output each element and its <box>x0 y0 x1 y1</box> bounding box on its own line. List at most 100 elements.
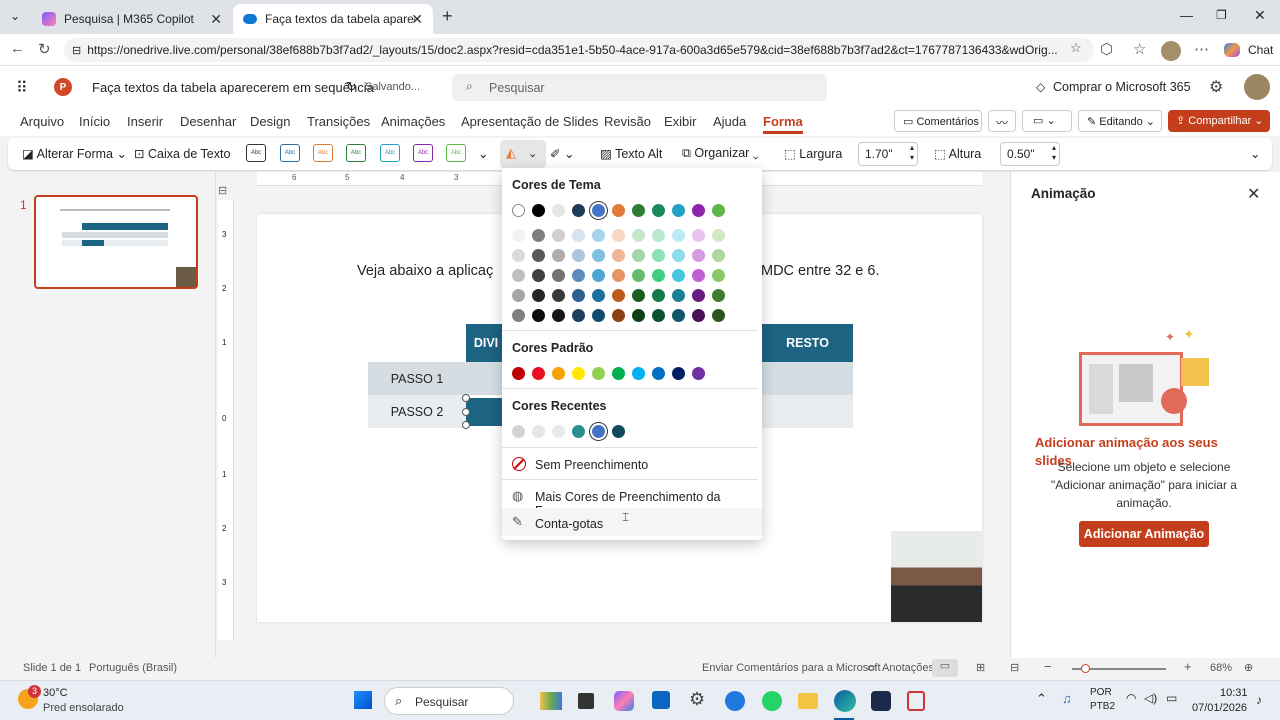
theme-tint-swatch[interactable] <box>712 249 725 262</box>
fit-slide-icon[interactable]: ⊕ <box>1244 661 1253 674</box>
table-cell[interactable] <box>466 362 506 395</box>
panel-toggle-icon[interactable]: ⊟ <box>218 184 227 197</box>
recent-color-swatch[interactable] <box>612 425 625 438</box>
settings-gear-icon[interactable]: ⚙ <box>1209 77 1223 97</box>
theme-tint-swatch[interactable] <box>632 289 645 302</box>
theme-tint-swatch[interactable] <box>632 249 645 262</box>
theme-tint-swatch[interactable] <box>692 229 705 242</box>
standard-color-swatch[interactable] <box>672 367 685 380</box>
tab-design[interactable]: Design <box>250 114 290 129</box>
obs-app-icon[interactable] <box>871 691 891 711</box>
user-avatar[interactable] <box>1244 74 1270 100</box>
theme-tint-swatch[interactable] <box>592 229 605 242</box>
theme-tint-swatch[interactable] <box>512 229 525 242</box>
slide-sorter-icon[interactable]: ⊞ <box>976 661 985 674</box>
reading-view-icon[interactable]: ⊟ <box>1010 661 1019 674</box>
theme-tint-swatch[interactable] <box>552 249 565 262</box>
standard-color-swatch[interactable] <box>692 367 705 380</box>
recent-color-swatch[interactable] <box>552 425 565 438</box>
theme-color-swatch[interactable] <box>592 204 605 217</box>
clock-date[interactable]: 07/01/2026 <box>1192 702 1247 714</box>
text-box-button[interactable]: ⊡ Caixa de Texto <box>134 146 230 161</box>
selected-shape[interactable] <box>466 398 506 426</box>
language-primary[interactable]: POR <box>1090 687 1112 698</box>
theme-color-swatch[interactable] <box>552 204 565 217</box>
standard-color-swatch[interactable] <box>552 367 565 380</box>
theme-tint-swatch[interactable] <box>532 269 545 282</box>
theme-tint-swatch[interactable] <box>692 289 705 302</box>
height-field[interactable]: 0.50" ▴ ▾ <box>1000 142 1060 166</box>
theme-color-swatch[interactable] <box>652 204 665 217</box>
theme-color-swatch[interactable] <box>512 204 525 217</box>
alt-text-button[interactable]: ▨ Texto Alt <box>600 146 662 161</box>
tab-animacoes[interactable]: Animações <box>381 114 445 129</box>
theme-tint-swatch[interactable] <box>672 289 685 302</box>
standard-color-swatch[interactable] <box>612 367 625 380</box>
language-secondary[interactable]: PTB2 <box>1090 701 1115 712</box>
tab-arquivo[interactable]: Arquivo <box>20 114 64 129</box>
shape-style-6[interactable]: Abc <box>413 144 433 162</box>
theme-tint-swatch[interactable] <box>672 249 685 262</box>
share-button[interactable]: ⇪ Compartilhar ⌄ <box>1168 110 1270 132</box>
resize-handle[interactable] <box>462 394 470 402</box>
theme-tint-swatch[interactable] <box>552 309 565 322</box>
theme-tint-swatch[interactable] <box>572 289 585 302</box>
standard-color-swatch[interactable] <box>632 367 645 380</box>
theme-tint-swatch[interactable] <box>572 269 585 282</box>
theme-tint-swatch[interactable] <box>672 309 685 322</box>
file-explorer-icon[interactable] <box>798 693 818 709</box>
theme-tint-swatch[interactable] <box>692 269 705 282</box>
copilot-chat-icon[interactable] <box>1224 43 1240 57</box>
theme-tint-swatch[interactable] <box>532 249 545 262</box>
theme-tint-swatch[interactable] <box>652 309 665 322</box>
tab-desenhar[interactable]: Desenhar <box>180 114 236 129</box>
theme-tint-swatch[interactable] <box>592 309 605 322</box>
table-cell-passo-1[interactable]: PASSO 1 <box>368 362 466 395</box>
theme-tint-swatch[interactable] <box>512 289 525 302</box>
volume-icon[interactable]: ◁) <box>1144 691 1157 705</box>
maximize-icon[interactable]: ❐ <box>1216 8 1227 22</box>
calendar-app-icon[interactable] <box>652 691 670 709</box>
tab-powerpoint[interactable]: Faça textos da tabela aparecerem ✕ <box>233 4 433 34</box>
present-button[interactable]: ▭ ⌄ <box>1022 110 1072 132</box>
theme-tint-swatch[interactable] <box>672 269 685 282</box>
theme-tint-swatch[interactable] <box>652 249 665 262</box>
table-cell-passo-2[interactable]: PASSO 2 <box>368 395 466 428</box>
shape-outline-button[interactable]: ✐ ⌄ <box>550 146 574 161</box>
back-icon[interactable]: ← <box>10 40 25 57</box>
theme-tint-swatch[interactable] <box>672 229 685 242</box>
theme-tint-swatch[interactable] <box>512 309 525 322</box>
theme-tint-swatch[interactable] <box>632 309 645 322</box>
comments-button[interactable]: ▭ Comentários <box>894 110 982 132</box>
wifi-icon[interactable]: ◠ <box>1126 691 1136 705</box>
theme-color-swatch[interactable] <box>712 204 725 217</box>
theme-tint-swatch[interactable] <box>712 269 725 282</box>
zoom-level[interactable]: 68% <box>1210 662 1232 674</box>
widgets-app-icon[interactable] <box>540 692 562 710</box>
weather-text[interactable]: Pred ensolarado <box>43 702 124 714</box>
recent-color-swatch[interactable] <box>592 425 605 438</box>
theme-tint-swatch[interactable] <box>612 269 625 282</box>
resize-handle[interactable] <box>462 421 470 429</box>
windows-start-icon[interactable] <box>354 691 372 709</box>
close-tab-icon[interactable]: ✕ <box>411 11 423 28</box>
edge-browser-icon[interactable] <box>834 690 856 712</box>
minimize-icon[interactable]: — <box>1180 8 1193 23</box>
tray-chevron-icon[interactable]: ⌃ <box>1036 691 1047 707</box>
recent-color-swatch[interactable] <box>572 425 585 438</box>
theme-tint-swatch[interactable] <box>652 229 665 242</box>
app-launcher-icon[interactable]: ⠿ <box>16 78 28 98</box>
theme-tint-swatch[interactable] <box>552 289 565 302</box>
recent-color-swatch[interactable] <box>512 425 525 438</box>
tab-inserir[interactable]: Inserir <box>127 114 163 129</box>
shape-style-7[interactable]: Abc <box>446 144 466 162</box>
width-field[interactable]: 1.70" ▴ ▾ <box>858 142 918 166</box>
notes-button[interactable]: Anotações <box>882 662 934 674</box>
theme-tint-swatch[interactable] <box>712 309 725 322</box>
theme-color-swatch[interactable] <box>612 204 625 217</box>
standard-color-swatch[interactable] <box>532 367 545 380</box>
theme-tint-swatch[interactable] <box>612 309 625 322</box>
document-title[interactable]: Faça textos da tabela aparecerem em sequ… <box>92 80 374 95</box>
add-animation-button[interactable]: Adicionar Animação <box>1079 521 1209 547</box>
copilot-app-icon[interactable] <box>614 691 634 711</box>
